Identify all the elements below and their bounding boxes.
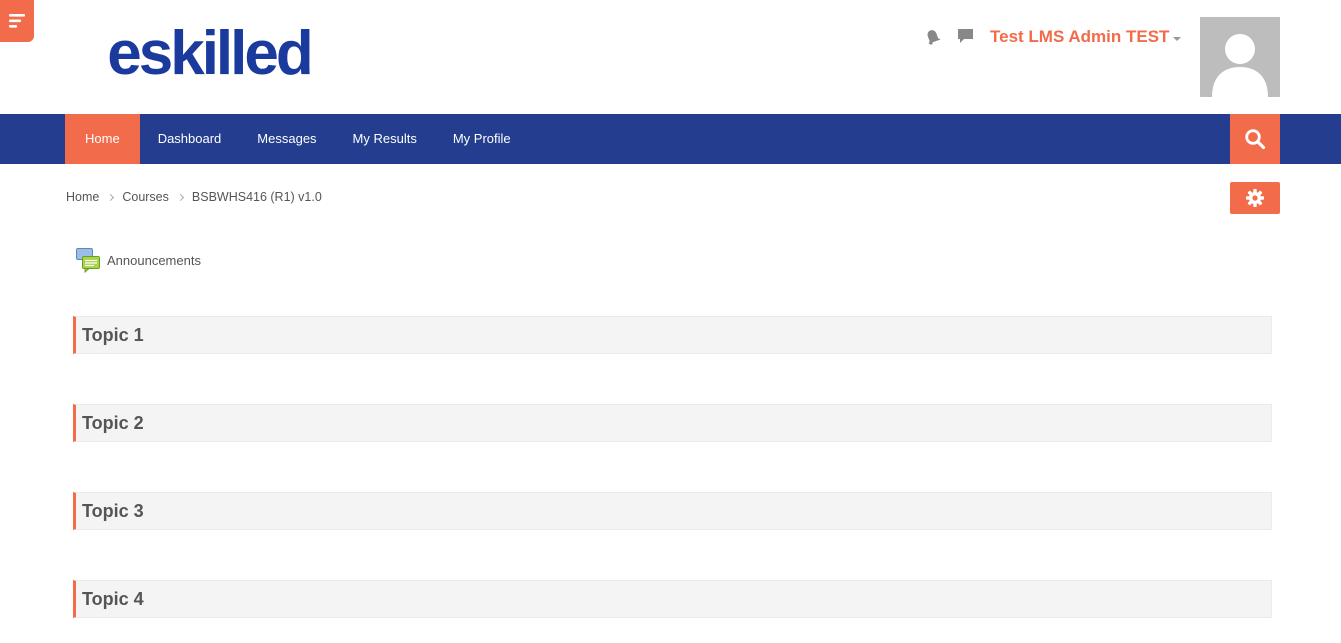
username-label: Test LMS Admin TEST: [990, 27, 1170, 46]
notifications-button[interactable]: [924, 27, 941, 50]
breadcrumb-home[interactable]: Home: [66, 190, 99, 204]
forum-icon: [76, 248, 100, 273]
nav-item-messages[interactable]: Messages: [239, 114, 334, 164]
search-icon: [1245, 129, 1266, 150]
caret-down-icon: [1173, 36, 1182, 41]
hamburger-icon: [9, 14, 25, 28]
main-navbar: Home Dashboard Messages My Results My Pr…: [0, 114, 1341, 164]
topic-title: Topic 1: [82, 324, 144, 345]
bell-icon: [927, 30, 941, 45]
topic-title: Topic 4: [82, 588, 144, 609]
nav-item-my-profile[interactable]: My Profile: [435, 114, 529, 164]
breadcrumb-course[interactable]: BSBWHS416 (R1) v1.0: [192, 190, 322, 204]
topic-title: Topic 2: [82, 412, 144, 433]
site-logo[interactable]: eskilled: [66, 10, 352, 98]
chevron-right-icon: [176, 193, 184, 201]
search-button[interactable]: [1230, 114, 1280, 164]
logo-text: eskilled: [107, 19, 313, 88]
topic-section[interactable]: Topic 4: [73, 580, 1272, 618]
nav-item-home[interactable]: Home: [65, 114, 140, 164]
avatar[interactable]: [1200, 17, 1280, 97]
topic-section[interactable]: Topic 3: [73, 492, 1272, 530]
announcements-label: Announcements: [107, 253, 201, 268]
course-settings-button[interactable]: [1230, 182, 1280, 214]
gear-icon: [1246, 189, 1264, 207]
drawer-toggle-button[interactable]: [0, 0, 34, 42]
breadcrumb: Home Courses BSBWHS416 (R1) v1.0: [66, 190, 322, 204]
messages-button[interactable]: [957, 28, 974, 49]
nav-item-my-results[interactable]: My Results: [335, 114, 435, 164]
nav-list: Home Dashboard Messages My Results My Pr…: [65, 114, 529, 164]
announcements-link[interactable]: Announcements: [76, 248, 201, 273]
nav-item-dashboard[interactable]: Dashboard: [140, 114, 240, 164]
header-icons: [924, 27, 974, 50]
user-menu[interactable]: Test LMS Admin TEST: [990, 27, 1182, 47]
topic-title: Topic 3: [82, 500, 144, 521]
topic-section[interactable]: Topic 1: [73, 316, 1272, 354]
topic-section[interactable]: Topic 2: [73, 404, 1272, 442]
user-silhouette-icon: [1212, 34, 1268, 97]
chevron-right-icon: [107, 193, 115, 201]
breadcrumb-courses[interactable]: Courses: [122, 190, 169, 204]
chat-icon: [958, 29, 973, 43]
